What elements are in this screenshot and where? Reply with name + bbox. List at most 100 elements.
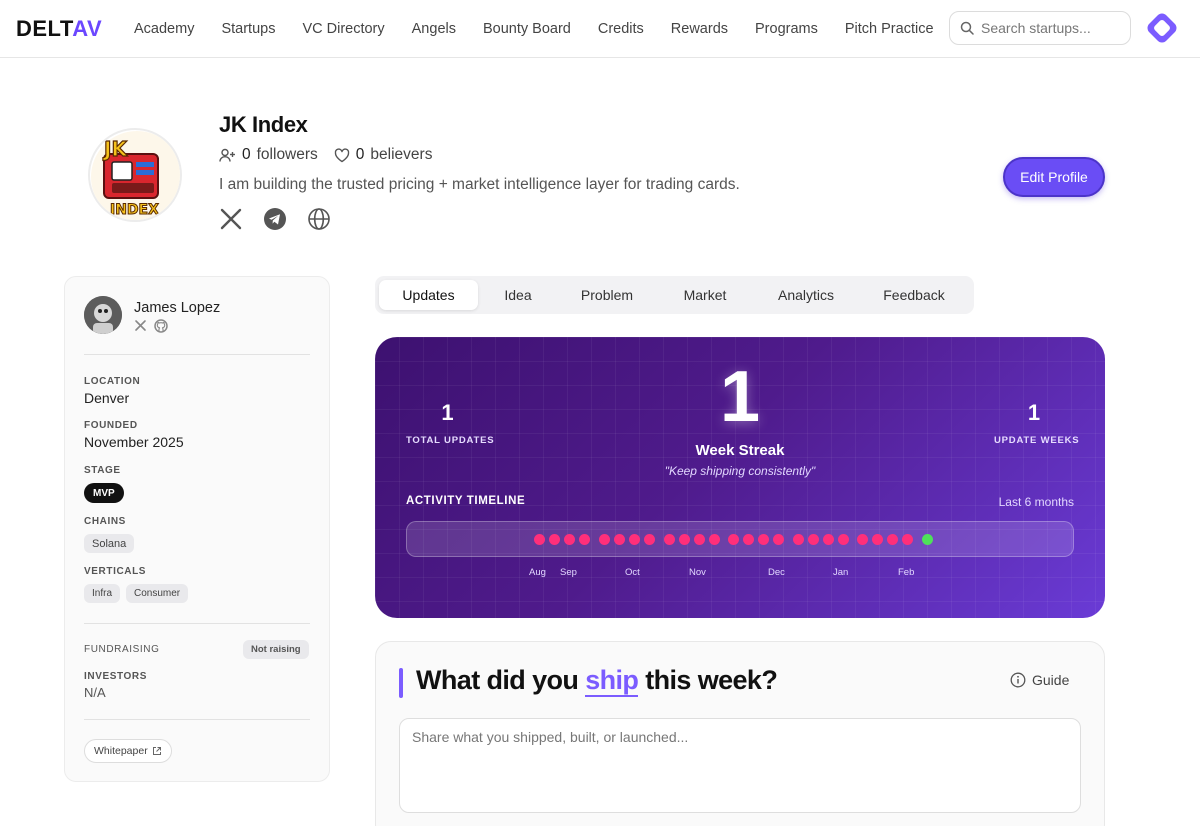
nav-link-academy[interactable]: Academy [134, 21, 194, 37]
location-value: Denver [84, 390, 130, 406]
timeline-dot-active-week [549, 534, 560, 545]
fundraising-label: FUNDRAISING [84, 644, 160, 655]
search-input[interactable] [981, 20, 1121, 36]
search-box[interactable] [949, 11, 1131, 45]
nav-link-bounty-board[interactable]: Bounty Board [483, 21, 571, 37]
avatar-text-bottom: INDEX [110, 202, 159, 218]
startup-info-card: James Lopez LOCATION Denver FOUNDED Nove… [64, 276, 330, 782]
timeline-dot-active-week [534, 534, 545, 545]
nav-link-rewards[interactable]: Rewards [671, 21, 728, 37]
tab-idea[interactable]: Idea [478, 280, 558, 310]
founder-name[interactable]: James Lopez [134, 300, 220, 316]
guide-label: Guide [1032, 672, 1070, 688]
believers-count: 0 [355, 146, 365, 163]
followers-label: followers [256, 146, 318, 163]
vertical-chip-consumer: Consumer [126, 584, 189, 603]
deltav-logo[interactable]: DELTAV [16, 16, 102, 42]
tab-updates[interactable]: Updates [379, 280, 478, 310]
month-label-aug: Aug [529, 567, 546, 578]
investors-value: N/A [84, 685, 106, 700]
ship-prompt-title: What did you ship this week? [416, 665, 778, 697]
founder-avatar[interactable] [84, 296, 122, 334]
nav-link-pitch-practice[interactable]: Pitch Practice [845, 21, 934, 37]
founded-value: November 2025 [84, 434, 184, 450]
timeline-dot-active-week [664, 534, 675, 545]
update-weeks-label: UPDATE WEEKS [994, 435, 1080, 446]
timeline-dot-active-week [629, 534, 640, 545]
add-user-icon [219, 148, 235, 162]
vertical-chip-infra: Infra [84, 584, 121, 603]
whitepaper-label: Whitepaper [94, 745, 148, 757]
avatar-text-top: JK [102, 137, 128, 161]
timeline-dot-active-week [902, 534, 913, 545]
timeline-dot-current-week [922, 534, 933, 545]
nav-link-angels[interactable]: Angels [412, 21, 456, 37]
month-label-nov: Nov [689, 567, 706, 578]
chain-chip-solana: Solana [84, 534, 135, 553]
whitepaper-link[interactable]: Whitepaper [84, 739, 172, 763]
x-icon[interactable] [134, 319, 147, 332]
top-navigation: DELTAV Academy Startups VC Directory Ang… [0, 0, 1200, 58]
external-link-icon [152, 747, 161, 755]
nav-link-credits[interactable]: Credits [598, 21, 644, 37]
brand-diamond-icon[interactable] [1142, 8, 1182, 48]
timeline-dot-active-week [743, 534, 754, 545]
x-icon[interactable] [219, 207, 243, 231]
ship-update-card: What did you ship this week? Guide [375, 641, 1105, 826]
ship-title-after: this week? [638, 665, 778, 695]
timeline-dot-active-week [599, 534, 610, 545]
timeline-dot-active-week [838, 534, 849, 545]
timeline-range: Last 6 months [998, 495, 1074, 509]
timeline-dot-active-week [644, 534, 655, 545]
heart-icon [334, 147, 350, 162]
followers-stat[interactable]: 0 followers [219, 146, 318, 164]
nav-link-vc-directory[interactable]: VC Directory [302, 21, 384, 37]
startup-bio: I am building the trusted pricing + mark… [219, 176, 740, 193]
search-icon [960, 21, 974, 35]
divider [84, 719, 310, 720]
nav-link-startups[interactable]: Startups [221, 21, 275, 37]
edit-profile-button[interactable]: Edit Profile [1003, 157, 1105, 197]
streak-quote: "Keep shipping consistently" [664, 464, 816, 478]
month-label-dec: Dec [768, 567, 785, 578]
timeline-dot-active-week [872, 534, 883, 545]
month-label-sep: Sep [560, 567, 577, 578]
timeline-dot-active-week [758, 534, 769, 545]
verticals-label: VERTICALS [84, 566, 147, 577]
founder-socials [134, 319, 168, 333]
month-label-oct: Oct [625, 567, 640, 578]
ship-update-input[interactable] [399, 718, 1081, 813]
tab-problem[interactable]: Problem [558, 280, 656, 310]
divider [84, 623, 310, 624]
tab-feedback[interactable]: Feedback [858, 280, 970, 310]
timeline-dot-active-week [793, 534, 804, 545]
timeline-dot-active-week [709, 534, 720, 545]
jk-index-logo: JK INDEX [91, 131, 180, 220]
timeline-dot-active-week [728, 534, 739, 545]
believers-stat[interactable]: 0 believers [334, 146, 433, 164]
streak-card: 1 TOTAL UPDATES 1 Week Streak "Keep ship… [375, 337, 1105, 618]
founded-label: FOUNDED [84, 420, 138, 431]
timeline-dot-active-week [679, 534, 690, 545]
profile-tabs: Updates Idea Problem Market Analytics Fe… [375, 276, 974, 314]
telegram-icon[interactable] [263, 207, 287, 231]
month-label-feb: Feb [898, 567, 915, 578]
github-icon[interactable] [154, 319, 168, 333]
tab-market[interactable]: Market [656, 280, 754, 310]
guide-button[interactable]: Guide [1010, 672, 1069, 688]
timeline-dot-active-week [857, 534, 868, 545]
nav-links: Academy Startups VC Directory Angels Bou… [134, 0, 961, 58]
timeline-dot-active-week [564, 534, 575, 545]
globe-icon[interactable] [307, 207, 331, 231]
timeline-dot-active-week [694, 534, 705, 545]
update-weeks-value: 1 [1027, 400, 1041, 425]
nav-link-programs[interactable]: Programs [755, 21, 818, 37]
profile-stats: 0 followers 0 believers [219, 146, 448, 164]
chains-label: CHAINS [84, 516, 126, 527]
social-links [219, 207, 331, 231]
followers-count: 0 [242, 146, 251, 163]
tab-analytics[interactable]: Analytics [754, 280, 858, 310]
believers-label: believers [370, 146, 433, 163]
divider [84, 354, 310, 355]
logo-text-accent: AV [72, 16, 103, 41]
